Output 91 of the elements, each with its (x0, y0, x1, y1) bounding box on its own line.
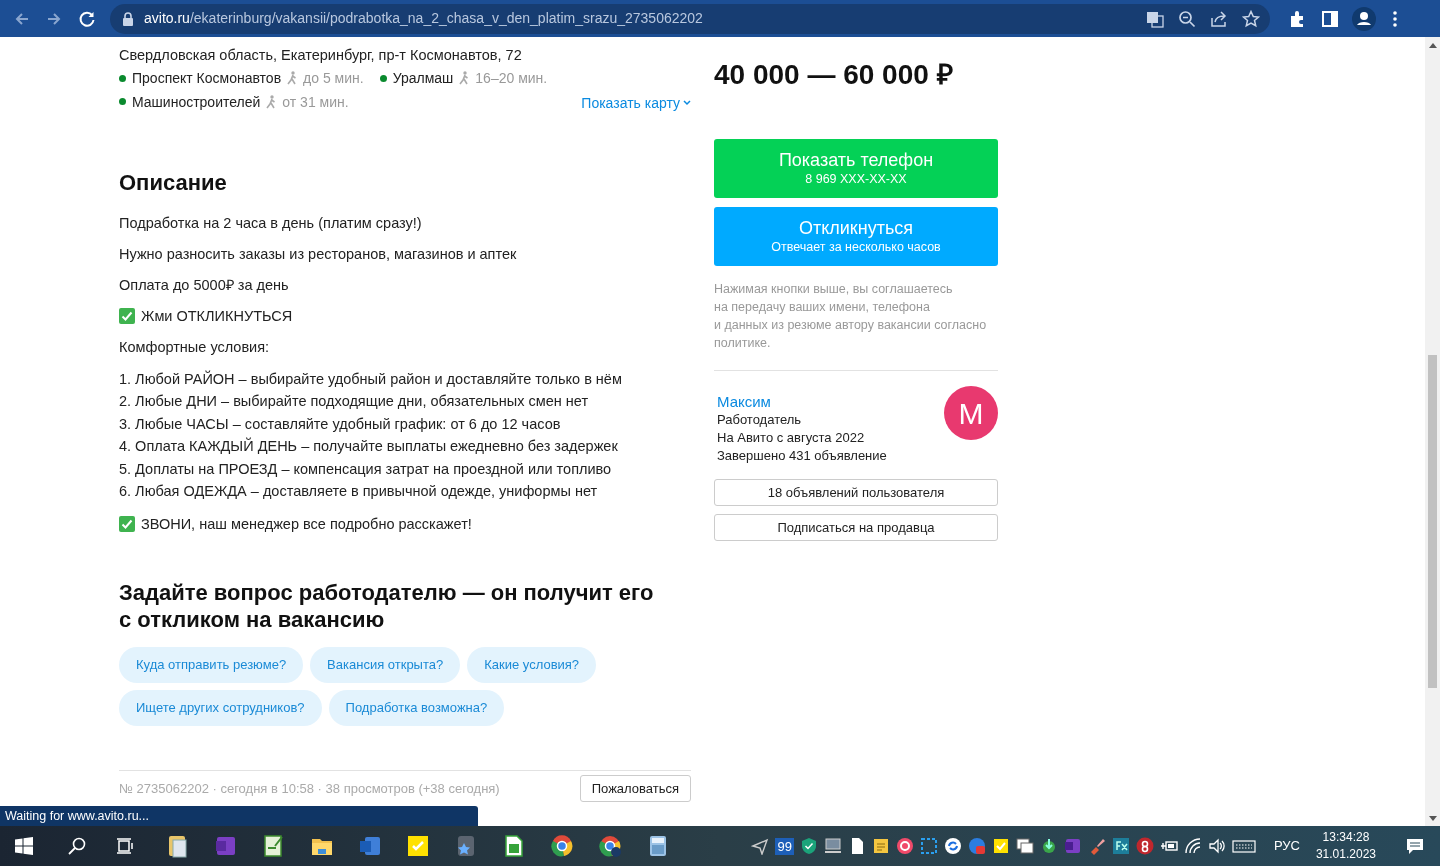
metro-station: Проспект Космонавтов (132, 69, 282, 88)
extensions-icon[interactable] (1288, 9, 1306, 28)
show-map-link[interactable]: Показать карту (581, 92, 691, 114)
profile-icon[interactable] (1352, 6, 1376, 31)
badge-count-icon-text[interactable]: 99 (775, 837, 794, 855)
price-text: 40 000 — 60 000 ₽ (714, 58, 954, 92)
description-text: Подработка на 2 часа в день (платим сразу!) (119, 213, 423, 233)
respond-button[interactable]: Откликнуться Отвечает за несколько часов (714, 207, 998, 266)
windows-icon[interactable] (1015, 837, 1034, 855)
task-view-icon[interactable] (116, 838, 134, 854)
seller-avatar: М (944, 386, 998, 440)
description-text: Жми ОТКЛИКНУТЬСЯ (141, 306, 293, 326)
browser-icon[interactable] (598, 834, 622, 858)
walking-person-icon (265, 94, 278, 109)
question-chip[interactable]: Подработка возможна? (328, 690, 505, 726)
sticky-note-icon[interactable] (406, 834, 430, 858)
wifi-icon[interactable] (1183, 837, 1202, 855)
seller-name-link[interactable]: Максим (717, 393, 887, 411)
word-document-icon[interactable] (358, 834, 382, 858)
metro-station: Уралмаш (392, 69, 454, 88)
monitor-icon[interactable] (823, 837, 842, 855)
star-icon[interactable] (1242, 9, 1260, 28)
walking-person-icon (458, 71, 471, 85)
seller-action-button[interactable]: Подписаться на продавца (714, 514, 998, 541)
check-mark-icon (119, 515, 135, 532)
power-ring-icon[interactable] (895, 837, 914, 855)
consent-text: Нажимая кнопки выше, вы соглашаетесь на передачу ваших имени, телефона и данных из резюме автору вакансии согласно политике. (714, 281, 988, 352)
seller-action-button[interactable]: 18 объявлений пользователя (714, 479, 998, 506)
walk-time: до 5 мин. (303, 69, 364, 88)
paper-plane-icon[interactable] (751, 837, 770, 855)
question-chip[interactable]: Куда отправить резюме? (119, 647, 304, 683)
shield-icon[interactable] (799, 837, 818, 855)
side-panel-icon[interactable] (1322, 10, 1338, 27)
note-icon[interactable] (871, 837, 890, 855)
seller-completed: Завершено 431 объявление (717, 447, 887, 465)
lock-icon (122, 11, 134, 26)
clipboard-icon[interactable] (166, 834, 190, 858)
scrollbar[interactable] (1425, 37, 1440, 826)
language-indicator[interactable]: РУС (1273, 836, 1300, 856)
description-text: Оплата до 5000₽ за день (119, 275, 290, 295)
sticky-check-icon[interactable] (991, 837, 1010, 855)
question-chip[interactable]: Вакансия открыта? (310, 647, 461, 683)
share-icon[interactable] (1210, 9, 1228, 28)
status-bubble: Waiting for www.avito.ru... (0, 806, 478, 826)
list-item-text: 4. Оплата КАЖДЫЙ ДЕНЬ – получайте выплаты ежедневно без задержек (119, 436, 619, 456)
sync-icon[interactable] (943, 837, 962, 855)
ring-app-icon[interactable] (1135, 837, 1154, 855)
keyboard-icon[interactable] (1231, 837, 1256, 855)
browser-icon[interactable] (550, 834, 574, 858)
notifications-icon[interactable] (1406, 837, 1424, 855)
metro-station: Машиностроителей (132, 92, 261, 112)
walking-person-icon (286, 71, 299, 85)
address-text: Свердловская область, Екатеринбург, пр-т Космонавтов, 72 (119, 46, 523, 65)
volume-icon[interactable] (1207, 837, 1226, 855)
document-pen-icon[interactable] (262, 834, 286, 858)
list-item-text: 1. Любой РАЙОН – выбирайте удобный район и доставляйте только в нём (119, 369, 623, 389)
search-icon[interactable] (68, 837, 86, 855)
zoom-out-icon[interactable] (1178, 9, 1196, 28)
translate-icon[interactable] (1146, 9, 1164, 28)
chevron-down-icon (683, 100, 691, 106)
check-mark-icon (119, 307, 135, 324)
url-text: avito.ru/ekaterinburg/vakansii/podrabotka_na_2_chasa_v_den_platim_srazu_2735062202 (144, 9, 703, 28)
scroll-up-icon[interactable] (1428, 43, 1437, 48)
notification-app-icon[interactable] (967, 837, 986, 855)
seller-since: На Авито с августа 2022 (717, 429, 866, 447)
windows-start-icon[interactable] (15, 837, 33, 855)
report-button[interactable]: Пожаловаться (579, 775, 691, 802)
question-chip[interactable]: Ищете других сотрудников? (119, 690, 322, 726)
clock[interactable]: 13:34:28 31.01.2023 (1315, 829, 1376, 863)
description-text: Комфортные условия: (119, 337, 271, 357)
description-text: ЗВОНИ, наш менеджер все подробно расскажет! (141, 514, 472, 534)
list-item-text: 3. Любые ЧАСЫ – составляйте удобный график: от 6 до 12 часов (119, 414, 562, 434)
question-chip[interactable]: Какие условия? (467, 647, 597, 683)
spreadsheet-icon[interactable] (502, 834, 526, 858)
screenshot-icon[interactable] (919, 837, 938, 855)
walk-time: 16–20 мин. (475, 69, 548, 88)
scroll-down-icon[interactable] (1428, 816, 1437, 821)
listing-meta-text: № 2735062202 · сегодня в 10:58 · 38 просмотров (+38 сегодня) (119, 779, 500, 798)
reload-icon[interactable] (78, 9, 96, 28)
list-item-text: 6. Любая ОДЕЖДА – доставляете в привычной одежде, униформы нет (119, 482, 599, 501)
address-bar[interactable]: avito.ru/ekaterinburg/vakansii/podrabotka_na_2_chasa_v_den_platim_srazu_2735062202 (110, 3, 1270, 34)
description-text: Нужно разносить заказы из ресторанов, магазинов и аптек (119, 244, 518, 264)
list-item-text: 5. Доплаты на ПРОЕЗД – компенсация затрат на проездной или топливо (119, 459, 613, 479)
section-heading: Описание (119, 169, 228, 197)
show-phone-button[interactable]: Показать телефон 8 969 XXX-XX-XX (714, 139, 998, 198)
list-item-text: 2. Любые ДНИ – выбирайте подходящие дни, обязательных смен нет (119, 392, 590, 411)
section-heading: Задайте вопрос работодателю — он получит его с откликом на вакансию (119, 579, 655, 633)
seller-role: Работодатель (717, 411, 803, 429)
fx-app-icon[interactable] (1111, 837, 1130, 855)
walk-time: от 31 мин. (282, 92, 349, 112)
menu-icon[interactable] (1393, 10, 1397, 27)
